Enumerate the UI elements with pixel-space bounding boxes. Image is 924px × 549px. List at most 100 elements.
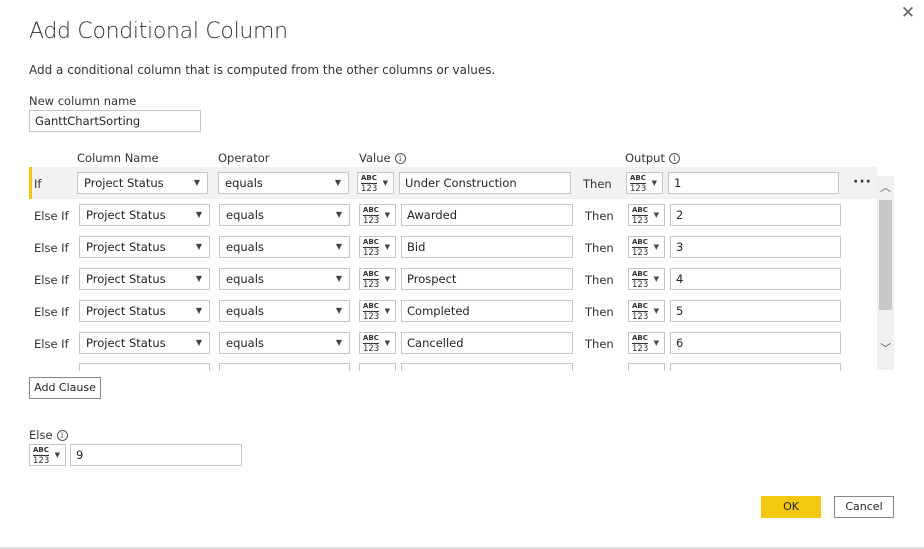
scroll-up-icon[interactable]: ︿ [879,181,892,195]
operator-dropdown[interactable] [219,363,350,371]
chevron-down-icon: ▼ [334,178,341,187]
clause-keyword: Else If [34,273,69,287]
chevron-down-icon: ▼ [195,242,202,251]
clause-keyword: Else If [34,241,69,255]
output-type-button[interactable] [628,363,665,371]
dialog-title: Add Conditional Column [29,19,288,44]
output-info-icon[interactable]: i [668,153,680,164]
output-type-button[interactable]: ABC 123 ▼ [628,236,665,258]
chevron-down-icon: ▼ [195,306,202,315]
value-type-button[interactable]: ABC 123 ▼ [359,236,396,258]
add-clause-button[interactable]: Add Clause [29,377,101,399]
chevron-down-icon: ▼ [195,210,202,219]
operator-dropdown[interactable]: equals ▼ [219,236,350,258]
value-input[interactable]: Completed [401,300,573,322]
then-label: Then [585,241,614,255]
value-type-button[interactable]: ABC 123 ▼ [359,268,396,290]
chevron-down-icon: ▼ [384,339,390,347]
column-name-dropdown[interactable]: Project Status ▼ [79,268,210,290]
new-column-name-label: New column name [29,94,137,108]
clause-keyword: If [34,177,42,191]
output-input[interactable]: 2 [670,204,841,226]
output-input[interactable]: 1 [668,172,839,194]
active-row-indicator [29,167,32,199]
then-label: Then [585,305,614,319]
close-icon[interactable]: ✕ [897,2,919,24]
value-type-button[interactable]: ABC 123 ▼ [359,300,396,322]
clause-keyword: Else If [34,305,69,319]
then-label: Then [585,337,614,351]
output-input[interactable]: 6 [670,332,841,354]
output-type-button[interactable]: ABC 123 ▼ [626,172,663,194]
chevron-down-icon: ▼ [335,242,342,251]
operator-dropdown[interactable]: equals ▼ [219,268,350,290]
chevron-down-icon: ▼ [384,307,390,315]
output-type-button[interactable]: ABC 123 ▼ [628,268,665,290]
column-name-dropdown[interactable]: Project Status ▼ [79,332,210,354]
value-info-icon[interactable]: i [394,153,406,164]
value-input[interactable]: Bid [401,236,573,258]
output-input[interactable]: 5 [670,300,841,322]
output-input[interactable]: 4 [670,268,841,290]
chevron-down-icon: ▼ [382,179,388,187]
value-input[interactable] [401,363,573,371]
chevron-down-icon: ▼ [195,338,202,347]
else-input[interactable]: 9 [70,444,242,466]
column-name-dropdown[interactable]: Project Status ▼ [77,172,208,194]
clause-keyword: Else If [34,337,69,351]
header-value: Value i [359,151,406,165]
operator-dropdown[interactable]: equals ▼ [218,172,349,194]
output-input[interactable] [670,363,841,371]
output-type-button[interactable]: ABC 123 ▼ [628,300,665,322]
value-input[interactable]: Prospect [401,268,573,290]
value-type-button[interactable] [359,363,396,371]
scrollbar-thumb[interactable] [879,200,892,310]
chevron-down-icon: ▼ [54,451,60,459]
chevron-down-icon: ▼ [653,211,659,219]
chevron-down-icon: ▼ [384,211,390,219]
more-options-icon[interactable]: ··· [853,174,872,190]
chevron-down-icon: ▼ [384,243,390,251]
chevron-down-icon: ▼ [335,210,342,219]
chevron-down-icon: ▼ [653,275,659,283]
new-column-name-input[interactable]: GanttChartSorting [29,110,201,132]
value-type-button[interactable]: ABC 123 ▼ [359,204,396,226]
chevron-down-icon: ▼ [653,307,659,315]
column-name-dropdown[interactable]: Project Status ▼ [79,204,210,226]
output-type-button[interactable]: ABC 123 ▼ [628,332,665,354]
column-name-dropdown[interactable]: Project Status ▼ [79,236,210,258]
chevron-down-icon: ▼ [651,179,657,187]
chevron-down-icon: ▼ [335,338,342,347]
else-info-icon[interactable]: i [56,430,68,441]
chevron-down-icon: ▼ [195,274,202,283]
else-label: Else i [29,428,68,442]
chevron-down-icon: ▼ [384,275,390,283]
operator-dropdown[interactable]: equals ▼ [219,300,350,322]
then-label: Then [583,177,612,191]
clause-keyword: Else If [34,209,69,223]
chevron-down-icon: ▼ [335,306,342,315]
ok-button[interactable]: OK [761,496,821,518]
header-operator: Operator [218,151,270,165]
cancel-button[interactable]: Cancel [834,496,894,518]
then-label: Then [585,273,614,287]
dialog-description: Add a conditional column that is compute… [29,63,496,77]
column-name-dropdown[interactable]: Project Status ▼ [79,300,210,322]
chevron-down-icon: ▼ [193,178,200,187]
scroll-down-icon[interactable]: ﹀ [879,342,892,356]
operator-dropdown[interactable]: equals ▼ [219,204,350,226]
chevron-down-icon: ▼ [653,339,659,347]
then-label: Then [585,209,614,223]
value-type-button[interactable]: ABC 123 ▼ [357,172,394,194]
output-input[interactable]: 3 [670,236,841,258]
value-input[interactable]: Under Construction [399,172,571,194]
value-type-button[interactable]: ABC 123 ▼ [359,332,396,354]
operator-dropdown[interactable]: equals ▼ [219,332,350,354]
else-type-button[interactable]: ABC 123 ▼ [29,444,66,466]
value-input[interactable]: Cancelled [401,332,573,354]
header-column-name: Column Name [77,151,159,165]
chevron-down-icon: ▼ [653,243,659,251]
output-type-button[interactable]: ABC 123 ▼ [628,204,665,226]
value-input[interactable]: Awarded [401,204,573,226]
column-name-dropdown[interactable] [79,363,210,371]
